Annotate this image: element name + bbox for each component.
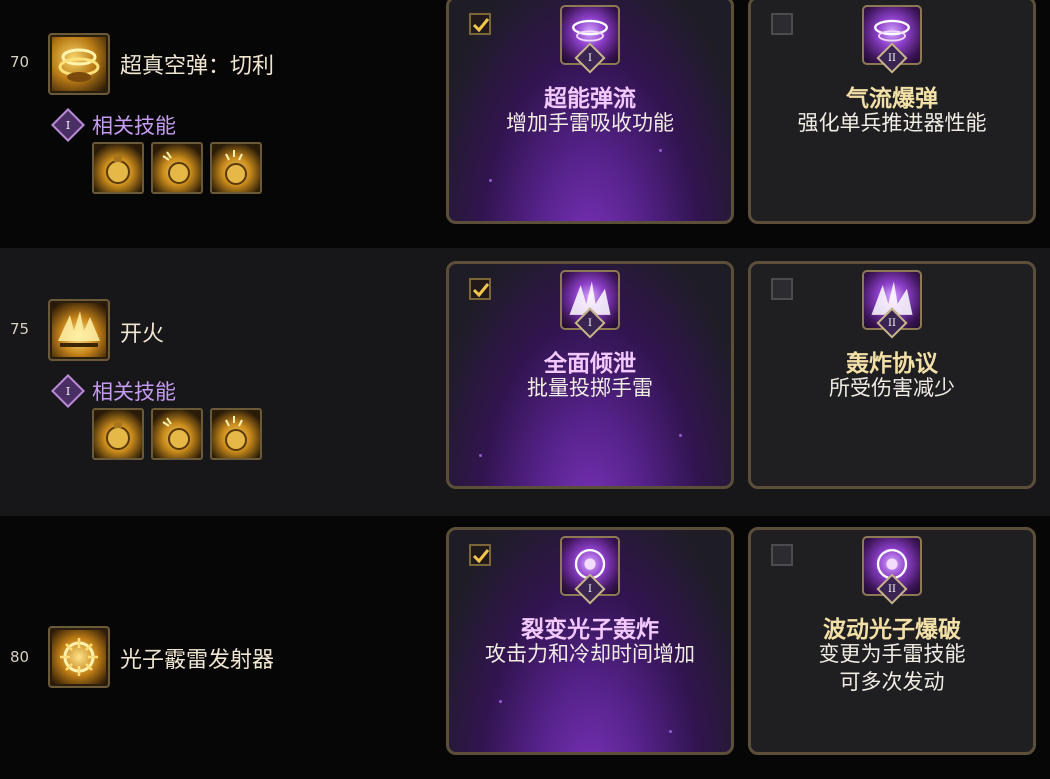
skill-info: 70 超真空弹：切利 I 相关技能 xyxy=(0,0,440,248)
option-title: 轰炸协议 xyxy=(846,351,938,377)
related-skills-list xyxy=(92,408,262,460)
related-skills-label: 相关技能 xyxy=(92,114,176,138)
option-description: 批量投掷手雷 xyxy=(527,376,653,400)
grenade-icon[interactable] xyxy=(151,142,203,194)
option-title: 全面倾泄 xyxy=(544,351,636,377)
grenade-icon[interactable] xyxy=(92,142,144,194)
talent-option-card[interactable]: II 波动光子爆破 变更为手雷技能 可多次发动 xyxy=(748,527,1036,755)
option-description: 强化单兵推进器性能 xyxy=(797,111,987,135)
talent-option-card[interactable]: I 超能弹流 增加手雷吸收功能 xyxy=(446,0,734,224)
checkbox-checked-icon[interactable] xyxy=(469,13,491,35)
grenade-icon[interactable] xyxy=(151,408,203,460)
option-title: 超能弹流 xyxy=(544,86,636,112)
related-skills-list xyxy=(92,142,262,194)
skill-row-75: 75 开火 I 相关技能 I 全面倾泄 批量投掷手雷 II 轰炸协议 所受伤害减… xyxy=(0,248,1050,516)
talent-option-card[interactable]: II 轰炸协议 所受伤害减少 xyxy=(748,261,1036,489)
related-badge-icon: I xyxy=(51,374,85,408)
checkbox-checked-icon[interactable] xyxy=(469,544,491,566)
photon-launcher-icon[interactable] xyxy=(48,626,110,688)
checkbox-empty-icon[interactable] xyxy=(771,544,793,566)
skill-info: 80 光子霰雷发射器 xyxy=(0,516,440,779)
skill-row-70: 70 超真空弹：切利 I 相关技能 I 超能弹流 增加手雷吸收功能 II 气流爆… xyxy=(0,0,1050,248)
fire-icon[interactable] xyxy=(48,299,110,361)
skill-name: 光子霰雷发射器 xyxy=(120,648,275,673)
checkbox-empty-icon[interactable] xyxy=(771,278,793,300)
skill-level: 70 xyxy=(10,53,30,71)
option-title: 波动光子爆破 xyxy=(823,617,961,643)
option-description: 变更为手雷技能 可多次发动 xyxy=(818,642,966,694)
grenade-icon[interactable] xyxy=(210,142,262,194)
talent-option-card[interactable]: I 裂变光子轰炸 攻击力和冷却时间增加 xyxy=(446,527,734,755)
option-description: 增加手雷吸收功能 xyxy=(506,111,674,135)
grenade-icon[interactable] xyxy=(92,408,144,460)
related-skills-label: 相关技能 xyxy=(92,380,176,404)
talent-option-card[interactable]: I 全面倾泄 批量投掷手雷 xyxy=(446,261,734,489)
skill-level: 75 xyxy=(10,320,30,338)
option-title: 气流爆弹 xyxy=(846,86,938,112)
grenade-icon[interactable] xyxy=(210,408,262,460)
related-skills-header: I 相关技能 xyxy=(51,108,176,142)
skill-name: 超真空弹：切利 xyxy=(120,54,275,79)
skill-row-80: 80 光子霰雷发射器 I 裂变光子轰炸 攻击力和冷却时间增加 II 波动光子爆破… xyxy=(0,516,1050,779)
checkbox-empty-icon[interactable] xyxy=(771,13,793,35)
talent-option-card[interactable]: II 气流爆弹 强化单兵推进器性能 xyxy=(748,0,1036,224)
option-description: 攻击力和冷却时间增加 xyxy=(485,642,695,666)
skill-name: 开火 xyxy=(120,322,165,347)
vacuum-bomb-icon[interactable] xyxy=(48,33,110,95)
option-title: 裂变光子轰炸 xyxy=(521,617,659,643)
related-skills-header: I 相关技能 xyxy=(51,374,176,408)
checkbox-checked-icon[interactable] xyxy=(469,278,491,300)
related-badge-icon: I xyxy=(51,108,85,142)
skill-info: 75 开火 I 相关技能 xyxy=(0,248,440,516)
skill-level: 80 xyxy=(10,648,30,666)
option-description: 所受伤害减少 xyxy=(829,376,955,400)
